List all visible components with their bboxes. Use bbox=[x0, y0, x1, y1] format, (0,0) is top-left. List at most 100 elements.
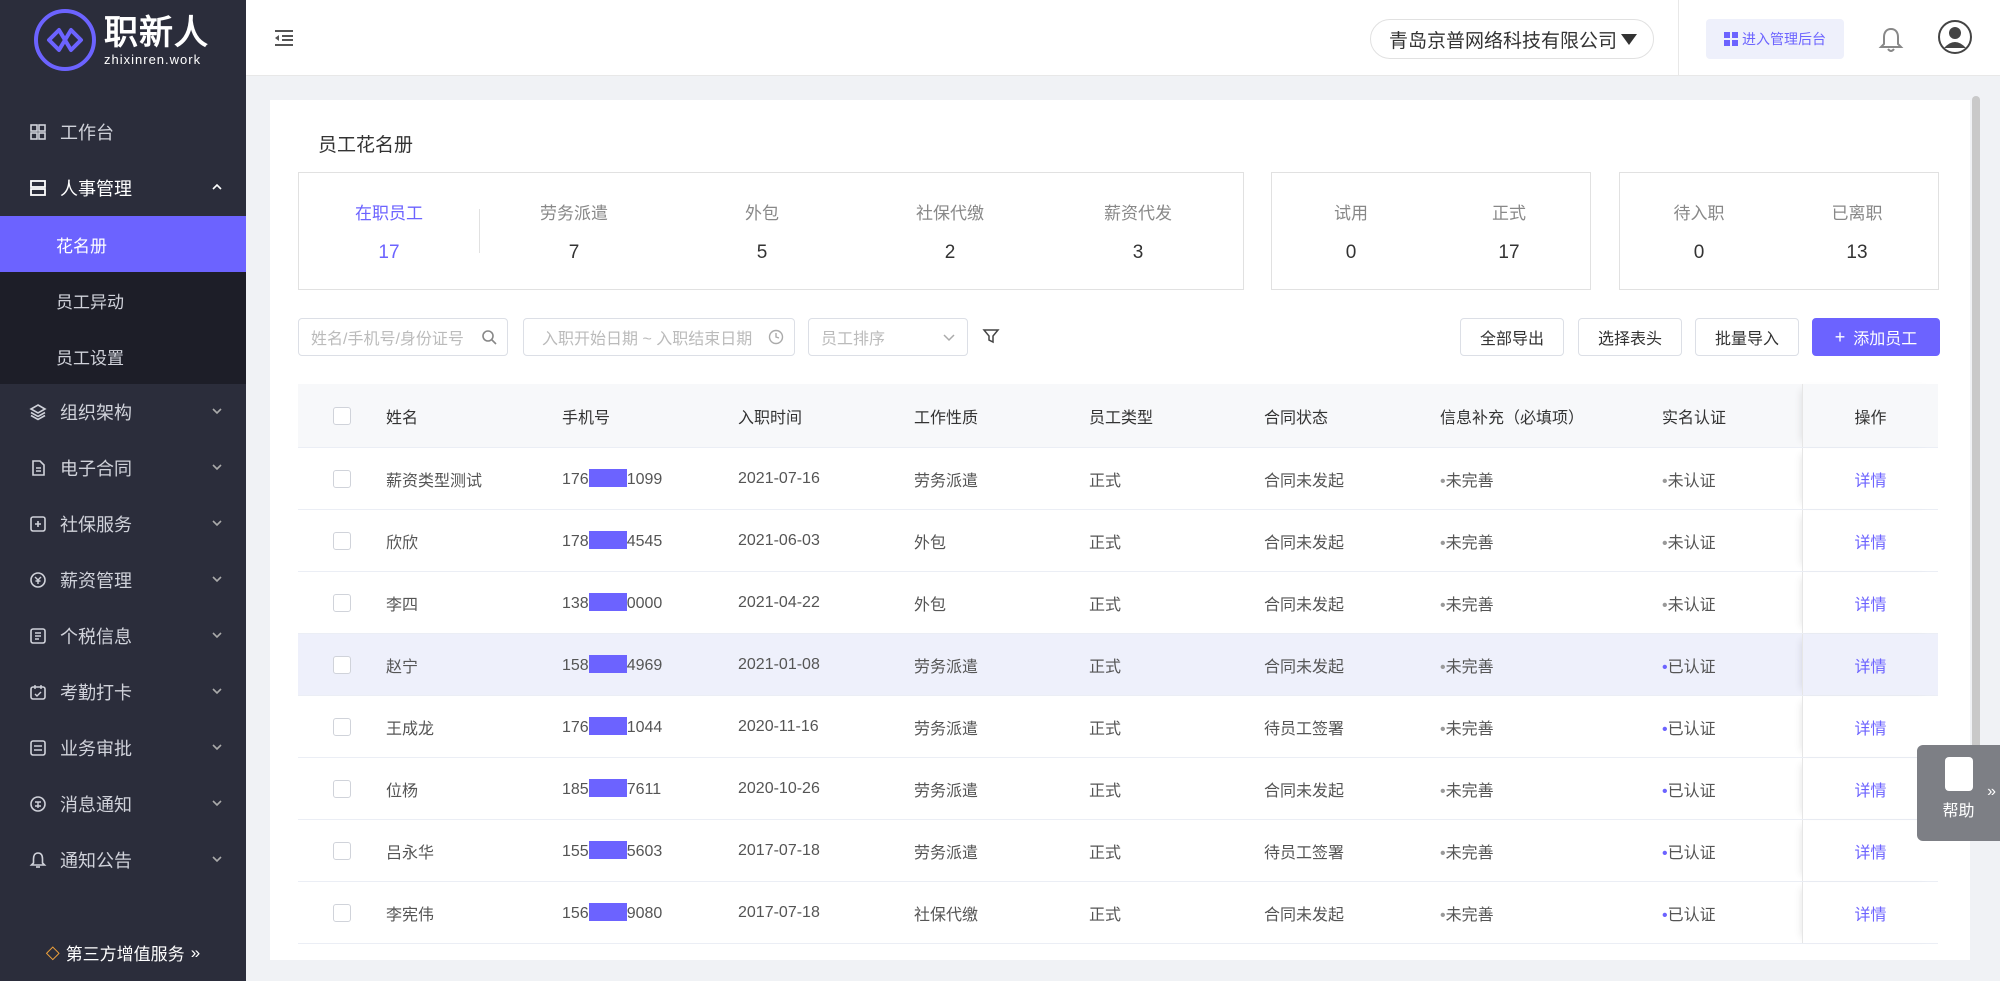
approval-icon bbox=[28, 738, 48, 758]
search-input[interactable]: 姓名/手机号/身份证号 bbox=[298, 318, 508, 356]
select-all-checkbox[interactable] bbox=[333, 406, 351, 425]
export-all-button[interactable]: 全部导出 bbox=[1460, 318, 1564, 356]
row-checkbox[interactable] bbox=[333, 531, 351, 550]
verification-status: •已认证 bbox=[1662, 901, 1802, 925]
table-row[interactable]: 欣欣 178 4545 2021-06-03 外包 正式 合同未发起 •未完善 •未认证 详情 bbox=[298, 510, 1938, 572]
employee-type: 正式 bbox=[1089, 658, 1122, 676]
probation-stats: 试用 0 正式 17 bbox=[1271, 172, 1591, 290]
sidebar-item-3[interactable]: 电子合同 bbox=[0, 440, 246, 496]
add-employee-button[interactable]: + 添加员工 bbox=[1812, 318, 1940, 356]
hr-icon bbox=[28, 178, 48, 198]
sidebar-item-9[interactable]: 消息通知 bbox=[0, 776, 246, 832]
detail-link[interactable]: 详情 bbox=[1802, 448, 1938, 509]
row-checkbox[interactable] bbox=[333, 903, 351, 922]
stat-item[interactable]: 薪资代发 3 bbox=[1044, 199, 1232, 264]
phone-mask bbox=[588, 778, 627, 797]
phone-suffix: 4969 bbox=[626, 656, 663, 674]
stat-label: 已离职 bbox=[1831, 203, 1883, 223]
stat-item[interactable]: 待入职 0 bbox=[1620, 199, 1778, 264]
verification-status: •未认证 bbox=[1662, 591, 1802, 615]
row-checkbox[interactable] bbox=[333, 593, 351, 612]
stat-label: 正式 bbox=[1492, 203, 1526, 223]
table-row[interactable]: 赵宁 158 4969 2021-01-08 劳务派遣 正式 合同未发起 •未完善 •已认证 详情 bbox=[298, 634, 1938, 696]
detail-link[interactable]: 详情 bbox=[1802, 510, 1938, 571]
employee-name: 王成龙 bbox=[386, 720, 435, 738]
employee-type: 正式 bbox=[1089, 534, 1122, 552]
stat-item[interactable]: 劳务派遣 7 bbox=[480, 199, 668, 264]
date-range-picker[interactable]: 入职开始日期 ~ 入职结束日期 bbox=[523, 318, 795, 356]
batch-import-button[interactable]: 批量导入 bbox=[1695, 318, 1799, 356]
chevron-down-icon bbox=[212, 464, 222, 471]
menu-collapse-icon[interactable] bbox=[272, 26, 296, 50]
hire-date: 2021-01-08 bbox=[738, 655, 820, 673]
submenu-item-2[interactable]: 员工设置 bbox=[0, 328, 246, 384]
phone-mask bbox=[588, 716, 627, 735]
stat-label: 社保代缴 bbox=[916, 203, 984, 223]
choose-columns-button[interactable]: 选择表头 bbox=[1578, 318, 1682, 356]
row-checkbox[interactable] bbox=[333, 655, 351, 674]
employee-type: 正式 bbox=[1089, 720, 1122, 738]
sidebar-item-4[interactable]: 社保服务 bbox=[0, 496, 246, 552]
stat-item[interactable]: 社保代缴 2 bbox=[856, 199, 1044, 264]
chevron-down-icon bbox=[212, 576, 222, 583]
enter-admin-button[interactable]: 进入管理后台 bbox=[1706, 19, 1844, 59]
company-name: 青岛京普网络科技有限公司 bbox=[1389, 30, 1618, 52]
table-row[interactable]: 薪资类型测试 176 1099 2021-07-16 劳务派遣 正式 合同未发起 •未完善 •未… bbox=[298, 448, 1938, 510]
sidebar-item-2[interactable]: 组织架构 bbox=[0, 384, 246, 440]
submenu-item-1[interactable]: 员工异动 bbox=[0, 272, 246, 328]
submenu: 花名册 员工异动 员工设置 bbox=[0, 216, 246, 384]
company-selector[interactable]: 青岛京普网络科技有限公司 bbox=[1370, 19, 1654, 59]
detail-link[interactable]: 详情 bbox=[1802, 634, 1938, 695]
submenu-item-0[interactable]: 花名册 bbox=[0, 216, 246, 272]
sidebar-item-5[interactable]: 薪资管理 bbox=[0, 552, 246, 608]
stat-value: 0 bbox=[1345, 241, 1357, 263]
vertical-scrollbar[interactable] bbox=[1972, 96, 1980, 786]
table-row[interactable]: 李宪伟 156 9080 2017-07-18 社保代缴 正式 合同未发起 •未完善 •已认证详… bbox=[298, 882, 1938, 944]
employment-stats: 在职员工 17 劳务派遣 7 外包 5 社保代缴 2 薪资代发 3 bbox=[298, 172, 1244, 290]
sort-placeholder: 员工排序 bbox=[821, 331, 886, 348]
contract-status: 合同未发起 bbox=[1264, 596, 1345, 614]
filter-funnel-icon[interactable] bbox=[982, 327, 1000, 345]
select-all-cell bbox=[298, 406, 386, 425]
sidebar-item-10[interactable]: 通知公告 bbox=[0, 832, 246, 888]
tax-icon bbox=[28, 626, 48, 646]
diamond-icon: ◇ bbox=[45, 942, 60, 962]
row-check-cell bbox=[298, 841, 386, 860]
row-checkbox[interactable] bbox=[333, 779, 351, 798]
phone-prefix: 176 bbox=[562, 470, 589, 488]
notification-bell-icon[interactable] bbox=[1878, 26, 1904, 54]
stat-item[interactable]: 外包 5 bbox=[668, 199, 856, 264]
stat-item[interactable]: 正式 17 bbox=[1430, 199, 1588, 264]
sort-select[interactable]: 员工排序 bbox=[808, 318, 968, 356]
employee-phone: 185 7611 bbox=[562, 778, 738, 799]
info-status-text: 未完善 bbox=[1445, 596, 1494, 614]
table-row[interactable]: 李四 138 0000 2021-04-22 外包 正式 合同未发起 •未完善 •未认证 详情 bbox=[298, 572, 1938, 634]
search-icon bbox=[482, 330, 497, 345]
sidebar-item-7[interactable]: 考勤打卡 bbox=[0, 664, 246, 720]
stat-item[interactable]: 试用 0 bbox=[1272, 199, 1430, 264]
value-added-services-link[interactable]: ◇ 第三方增值服务 » bbox=[0, 940, 246, 965]
user-avatar-icon[interactable] bbox=[1938, 20, 1972, 54]
employee-phone: 138 0000 bbox=[562, 592, 738, 613]
employee-table: 姓名 手机号 入职时间 工作性质 员工类型 合同状态 信息补充（必填项） 实名认证 操作 薪资类型… bbox=[298, 384, 1938, 944]
help-button[interactable]: 帮助 » bbox=[1917, 745, 2000, 841]
table-row[interactable]: 王成龙 176 1044 2020-11-16 劳务派遣 正式 待员工签署 •未完善 •已认证详… bbox=[298, 696, 1938, 758]
row-check-cell bbox=[298, 469, 386, 488]
sidebar-item-6[interactable]: 个税信息 bbox=[0, 608, 246, 664]
row-checkbox[interactable] bbox=[333, 841, 351, 860]
row-checkbox[interactable] bbox=[333, 469, 351, 488]
detail-link[interactable]: 详情 bbox=[1802, 572, 1938, 633]
table-row[interactable]: 位杨 185 7611 2020-10-26 劳务派遣 正式 合同未发起 •未完善 •已认证 详情 bbox=[298, 758, 1938, 820]
sidebar-item-8[interactable]: 业务审批 bbox=[0, 720, 246, 776]
employee-phone: 178 4545 bbox=[562, 530, 738, 551]
stat-item[interactable]: 在职员工 17 bbox=[299, 199, 479, 264]
employee-type: 正式 bbox=[1089, 472, 1122, 490]
stat-item[interactable]: 已离职 13 bbox=[1778, 199, 1936, 264]
sidebar-item-1[interactable]: 人事管理 bbox=[0, 160, 246, 216]
detail-link[interactable]: 详情 bbox=[1802, 882, 1938, 943]
row-checkbox[interactable] bbox=[333, 717, 351, 736]
logo[interactable]: 职新人 zhixinren.work bbox=[0, 0, 246, 80]
sidebar-item-0[interactable]: 工作台 bbox=[0, 104, 246, 160]
table-row[interactable]: 吕永华 155 5603 2017-07-18 劳务派遣 正式 待员工签署 •未完善 •已认证详… bbox=[298, 820, 1938, 882]
employee-type: 正式 bbox=[1089, 906, 1122, 924]
